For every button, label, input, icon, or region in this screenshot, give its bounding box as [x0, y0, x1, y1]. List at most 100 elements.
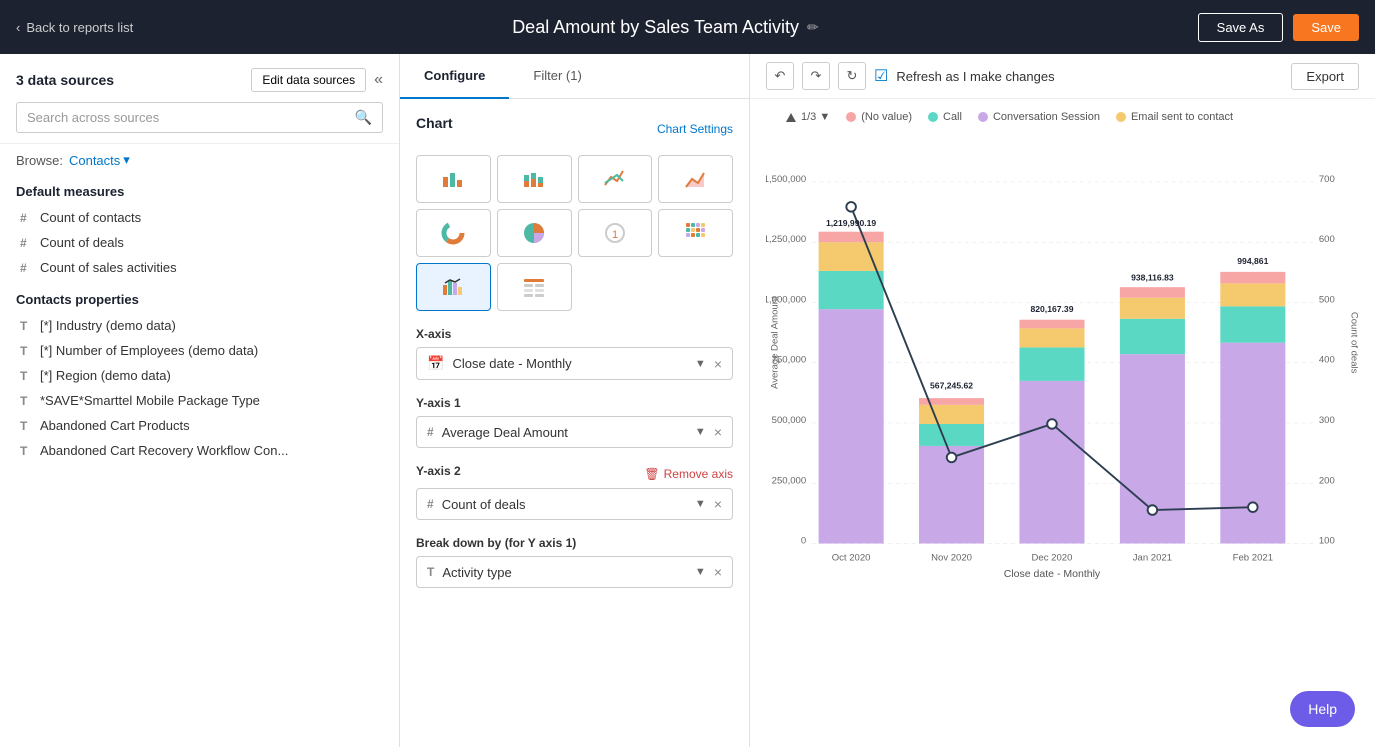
collapse-sidebar-icon[interactable]: « [374, 71, 383, 89]
property-prefix: T [20, 444, 32, 458]
legend-item-novalue: (No value) [846, 111, 912, 123]
chart-settings-link[interactable]: Chart Settings [657, 122, 733, 136]
contacts-properties-list: T[*] Industry (demo data)T[*] Number of … [16, 313, 383, 463]
property-prefix: T [20, 344, 32, 358]
svg-text:938,116.83: 938,116.83 [1131, 272, 1174, 282]
remove-axis-button[interactable]: 🗑 Remove axis [644, 467, 733, 481]
chart-type-donut[interactable] [416, 209, 491, 257]
chart-type-combo[interactable] [416, 263, 491, 311]
svg-text:500: 500 [1319, 294, 1335, 305]
sidebar-item-property[interactable]: T*SAVE*Smarttel Mobile Package Type [16, 388, 383, 413]
svg-text:Nov 2020: Nov 2020 [931, 553, 972, 564]
svg-text:567,245.62: 567,245.62 [930, 381, 973, 391]
chart-type-table[interactable] [497, 263, 572, 311]
redo-button[interactable]: ↷ [802, 62, 830, 90]
property-prefix: T [20, 419, 32, 433]
sidebar-item-measure[interactable]: #Count of contacts [16, 205, 383, 230]
default-measures-list: #Count of contacts#Count of deals#Count … [16, 205, 383, 280]
chart-section: Chart Chart Settings [400, 99, 749, 620]
tab-filter[interactable]: Filter (1) [509, 54, 605, 99]
svg-text:500,000: 500,000 [772, 415, 807, 426]
yaxis2-prefix: # [427, 497, 434, 511]
yaxis1-prefix: # [427, 425, 434, 439]
sidebar-item-measure[interactable]: #Count of deals [16, 230, 383, 255]
search-box: 🔍 [16, 102, 383, 133]
chart-type-stacked-bar[interactable] [497, 155, 572, 203]
refresh-button[interactable]: ↻ [838, 62, 866, 90]
yaxis1-chevron-icon: ▼ [695, 426, 706, 438]
svg-text:400: 400 [1319, 355, 1335, 366]
chart-svg-wrapper: 0 250,000 500,000 750,000 1,000,000 1,25… [766, 127, 1359, 587]
legend-label-call: Call [943, 111, 962, 123]
svg-text:Jan 2021: Jan 2021 [1133, 553, 1172, 564]
save-as-button[interactable]: Save As [1198, 13, 1284, 42]
chart-type-line[interactable] [578, 155, 653, 203]
browse-row: Browse: Contacts ▾ [0, 144, 399, 176]
yaxis2-clear-icon[interactable]: × [714, 496, 722, 512]
property-label: [*] Industry (demo data) [40, 318, 176, 333]
chart-type-area[interactable] [658, 155, 733, 203]
back-icon: ‹ [16, 20, 20, 35]
help-button[interactable]: Help [1290, 691, 1355, 727]
undo-button[interactable]: ↶ [766, 62, 794, 90]
search-input[interactable] [27, 110, 349, 125]
svg-text:1,219,990.19: 1,219,990.19 [826, 218, 876, 228]
sidebar-item-property[interactable]: T[*] Number of Employees (demo data) [16, 338, 383, 363]
chart-type-heat[interactable] [658, 209, 733, 257]
chart-toolbar: ↶ ↷ ↻ ☑ Refresh as I make changes Export [750, 54, 1375, 99]
breakdown-chevron-icon: ▼ [695, 566, 706, 578]
svg-text:1: 1 [612, 229, 618, 241]
refresh-label: Refresh as I make changes [896, 69, 1054, 84]
save-button[interactable]: Save [1293, 14, 1359, 41]
chart-type-bar[interactable] [416, 155, 491, 203]
measure-prefix: # [20, 211, 32, 225]
trash-icon: 🗑 [644, 467, 659, 481]
yaxis2-select[interactable]: # Count of deals ▼ × [416, 488, 733, 520]
search-icon: 🔍 [355, 109, 372, 126]
xaxis-label: X-axis [416, 327, 733, 341]
refresh-checkbox[interactable]: ☑ [874, 66, 888, 86]
sidebar-item-property[interactable]: T[*] Region (demo data) [16, 363, 383, 388]
legend-label-email: Email sent to contact [1131, 111, 1233, 123]
legend-item-conv: Conversation Session [978, 111, 1100, 123]
contacts-properties-section: Contacts properties T[*] Industry (demo … [0, 284, 399, 467]
sidebar: 3 data sources Edit data sources « 🔍 Bro… [0, 54, 400, 747]
tab-configure[interactable]: Configure [400, 54, 509, 99]
breakdown-prefix: T [427, 565, 434, 579]
header: ‹ Back to reports list Deal Amount by Sa… [0, 0, 1375, 54]
yaxis1-label: Y-axis 1 [416, 396, 733, 410]
legend-item-call: Call [928, 111, 962, 123]
property-label: Abandoned Cart Products [40, 418, 190, 433]
breakdown-select[interactable]: T Activity type ▼ × [416, 556, 733, 588]
sidebar-item-property[interactable]: T[*] Industry (demo data) [16, 313, 383, 338]
xaxis-select[interactable]: 📅 Close date - Monthly ▼ × [416, 347, 733, 380]
sources-count: 3 data sources [16, 72, 114, 88]
xaxis-clear-icon[interactable]: × [714, 356, 722, 372]
back-button[interactable]: ‹ Back to reports list [16, 20, 133, 35]
breakdown-clear-icon[interactable]: × [714, 564, 722, 580]
svg-text:200: 200 [1319, 475, 1335, 486]
yaxis1-clear-icon[interactable]: × [714, 424, 722, 440]
calendar-icon: 📅 [427, 355, 444, 372]
browse-contacts-dropdown[interactable]: Contacts ▾ [69, 152, 130, 168]
back-label: Back to reports list [26, 20, 133, 35]
sidebar-item-property[interactable]: T Abandoned Cart Products [16, 413, 383, 438]
yaxis2-label: Y-axis 2 [416, 464, 461, 478]
export-button[interactable]: Export [1291, 63, 1359, 90]
tabs-row: Configure Filter (1) [400, 54, 749, 99]
edit-title-icon[interactable]: ✏ [807, 19, 819, 36]
sidebar-item-measure[interactable]: #Count of sales activities [16, 255, 383, 280]
measure-label: Count of sales activities [40, 260, 177, 275]
svg-text:Feb 2021: Feb 2021 [1233, 553, 1273, 564]
sources-header-right: Edit data sources « [251, 68, 383, 92]
sidebar-item-property[interactable]: TAbandoned Cart Recovery Workflow Con... [16, 438, 383, 463]
main-layout: 3 data sources Edit data sources « 🔍 Bro… [0, 54, 1375, 747]
yaxis1-section: Y-axis 1 # Average Deal Amount ▼ × [416, 396, 733, 448]
yaxis1-select[interactable]: # Average Deal Amount ▼ × [416, 416, 733, 448]
edit-data-sources-button[interactable]: Edit data sources [251, 68, 366, 92]
chart-type-pie[interactable] [497, 209, 572, 257]
svg-text:994,861: 994,861 [1237, 256, 1268, 266]
svg-text:700: 700 [1319, 174, 1335, 185]
legend-label-novalue2: (No value) [861, 111, 912, 123]
chart-type-single-stat[interactable]: 1 [578, 209, 653, 257]
